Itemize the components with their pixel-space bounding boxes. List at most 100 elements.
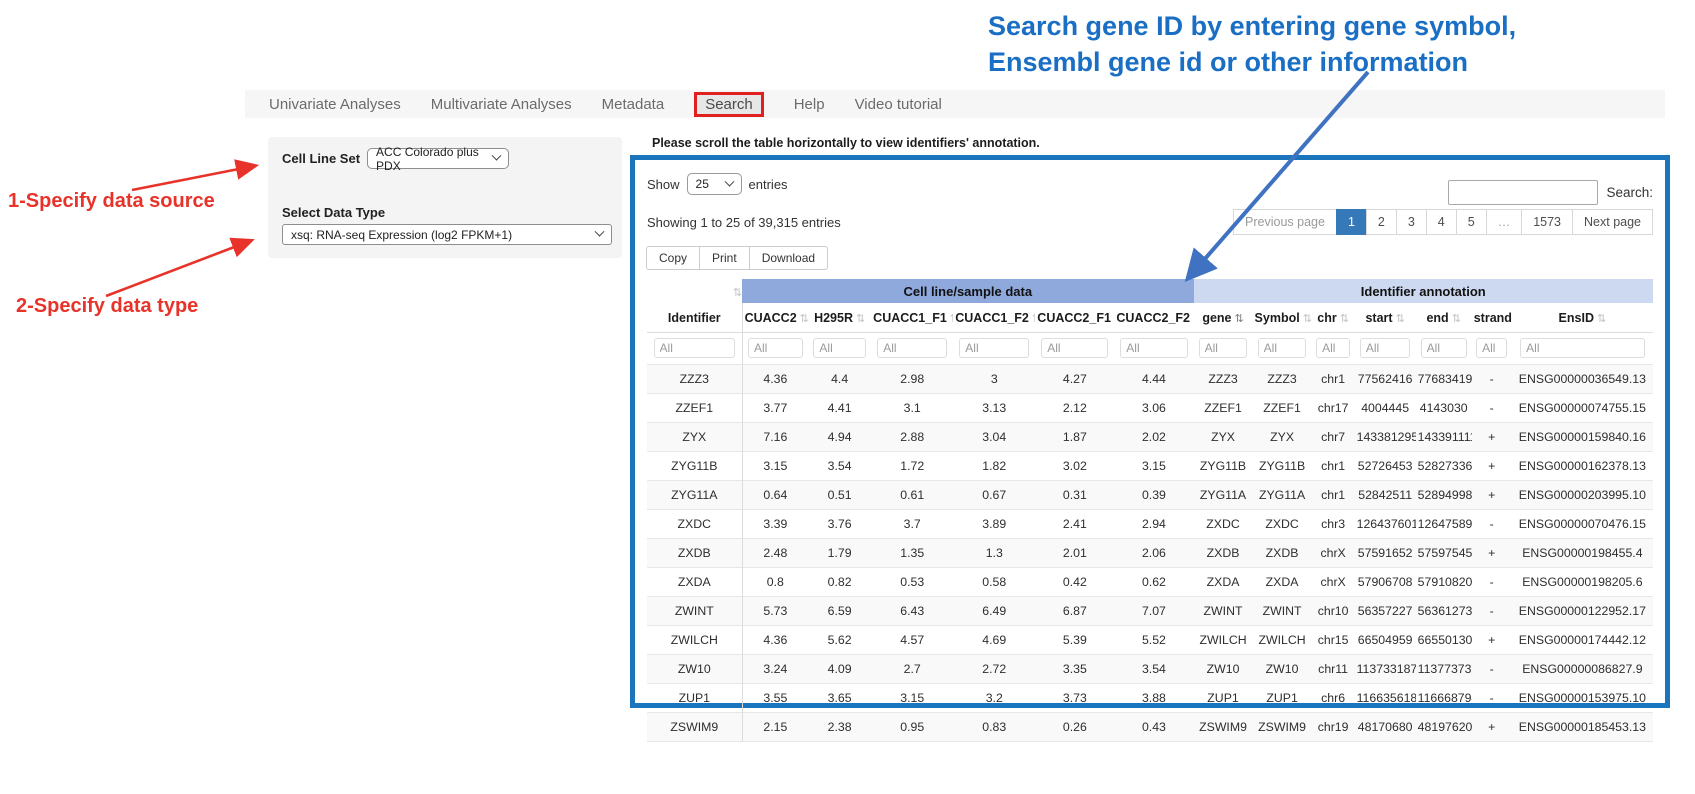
cell-cuacc1-f1: 2.88 <box>871 423 953 452</box>
filter-cell-symbol <box>1253 333 1312 365</box>
nav-item-metadata[interactable]: Metadata <box>602 96 665 113</box>
column-header-symbol[interactable]: Symbol⇅ <box>1253 303 1312 333</box>
column-header-cuacc2-f2[interactable]: CUACC2_F2⇅ <box>1114 303 1193 333</box>
filter-input-h295r[interactable] <box>813 338 865 358</box>
sort-icon: ⇅ <box>856 313 865 325</box>
column-header-h295r[interactable]: H295R⇅ <box>808 303 871 333</box>
filter-input-cuacc2-f2[interactable] <box>1120 338 1187 358</box>
group-header-cell-line-sample-data: Cell line/sample data <box>742 279 1193 303</box>
cell-cuacc1-f2: 3.04 <box>953 423 1035 452</box>
page-button-1[interactable]: 1 <box>1336 209 1367 235</box>
filter-input-cuacc2-f1[interactable] <box>1041 338 1108 358</box>
column-header-identifier[interactable]: Identifier <box>647 303 742 333</box>
cell-gene: ZWILCH <box>1194 626 1253 655</box>
cell-strand: + <box>1472 481 1512 510</box>
page-button-2[interactable]: 2 <box>1366 209 1397 235</box>
column-header-chr[interactable]: chr⇅ <box>1312 303 1355 333</box>
column-header-strand[interactable]: strand⇅ <box>1472 303 1512 333</box>
cell-cuacc2-f1: 2.41 <box>1035 510 1114 539</box>
copy-button[interactable]: Copy <box>646 246 700 270</box>
cell-end: 126475891 <box>1416 510 1472 539</box>
cell-cuacc1-f2: 0.67 <box>953 481 1035 510</box>
filter-input-ensid[interactable] <box>1520 338 1644 358</box>
cell-cuacc2-f2: 7.07 <box>1114 597 1193 626</box>
cell-cuacc2-f1: 2.12 <box>1035 394 1114 423</box>
page-button-4[interactable]: 4 <box>1426 209 1457 235</box>
column-header-end[interactable]: end⇅ <box>1416 303 1472 333</box>
cell-cuacc1-f1: 4.57 <box>871 626 953 655</box>
showing-entries-text: Showing 1 to 25 of 39,315 entries <box>647 215 841 230</box>
cell-symbol: ZXDB <box>1253 539 1312 568</box>
cell-line-set-select[interactable]: ACC Colorado plus PDX <box>367 148 509 169</box>
filter-input-symbol[interactable] <box>1258 338 1307 358</box>
cell-strand: - <box>1472 394 1512 423</box>
nav-item-search[interactable]: Search <box>694 92 764 117</box>
cell-start: 113733187 <box>1355 655 1416 684</box>
next-page-button[interactable]: Next page <box>1572 209 1653 235</box>
column-header-cuacc2-f1[interactable]: CUACC2_F1⇅ <box>1035 303 1114 333</box>
filter-input-cuacc2[interactable] <box>748 338 803 358</box>
cell-end: 57910820 <box>1416 568 1472 597</box>
column-header-start[interactable]: start⇅ <box>1355 303 1416 333</box>
page-button-1573[interactable]: 1573 <box>1521 209 1573 235</box>
nav-item-univariate-analyses[interactable]: Univariate Analyses <box>269 96 401 113</box>
cell-start: 52726453 <box>1355 452 1416 481</box>
cell-cuacc2-f2: 2.94 <box>1114 510 1193 539</box>
cell-gene: ZXDB <box>1194 539 1253 568</box>
column-header-cuacc1-f2[interactable]: CUACC1_F2⇅ <box>953 303 1035 333</box>
filter-input-gene[interactable] <box>1199 338 1248 358</box>
column-header-cuacc2[interactable]: CUACC2⇅ <box>742 303 808 333</box>
cell-cuacc2-f1: 1.87 <box>1035 423 1114 452</box>
nav-item-help[interactable]: Help <box>794 96 825 113</box>
red-arrow-step1 <box>132 166 254 190</box>
cell-h295r: 3.76 <box>808 510 871 539</box>
cell-cuacc2: 7.16 <box>742 423 808 452</box>
cell-strand: + <box>1472 539 1512 568</box>
nav-item-video-tutorial[interactable]: Video tutorial <box>855 96 942 113</box>
cell-end: 143391111 <box>1416 423 1472 452</box>
filter-input-start[interactable] <box>1360 338 1411 358</box>
cell-cuacc1-f1: 6.43 <box>871 597 953 626</box>
group-header-sorter[interactable]: ⇅ <box>647 279 742 303</box>
filter-input-chr[interactable] <box>1316 338 1350 358</box>
filter-input-strand[interactable] <box>1476 338 1507 358</box>
cell-identifier: ZXDB <box>647 539 742 568</box>
cell-cuacc2-f1: 4.27 <box>1035 365 1114 394</box>
cell-ensid: ENSG00000203995.10 <box>1512 481 1653 510</box>
cell-identifier: ZZZ3 <box>647 365 742 394</box>
cell-strand: - <box>1472 365 1512 394</box>
cell-ensid: ENSG00000036549.13 <box>1512 365 1653 394</box>
search-results-panel: Show 25 entries Search: Showing 1 to 25 … <box>630 155 1670 708</box>
download-button[interactable]: Download <box>749 246 828 270</box>
page-button-3[interactable]: 3 <box>1396 209 1427 235</box>
cell-cuacc2: 3.55 <box>742 684 808 713</box>
column-header-cuacc1-f1[interactable]: CUACC1_F1⇅ <box>871 303 953 333</box>
cell-cuacc1-f1: 2.7 <box>871 655 953 684</box>
cell-start: 116635618 <box>1355 684 1416 713</box>
previous-page-button[interactable]: Previous page <box>1233 209 1337 235</box>
data-type-select[interactable]: xsq: RNA-seq Expression (log2 FPKM+1) <box>282 224 612 245</box>
cell-h295r: 3.54 <box>808 452 871 481</box>
cell-start: 48170680 <box>1355 713 1416 742</box>
column-header-gene[interactable]: gene⇅ <box>1194 303 1253 333</box>
cell-identifier: ZW10 <box>647 655 742 684</box>
nav-item-multivariate-analyses[interactable]: Multivariate Analyses <box>431 96 572 113</box>
cell-ensid: ENSG00000086827.9 <box>1512 655 1653 684</box>
cell-symbol: ZWILCH <box>1253 626 1312 655</box>
column-header-ensid[interactable]: EnsID⇅ <box>1512 303 1653 333</box>
cell-strand: + <box>1472 626 1512 655</box>
filter-input-cuacc1-f2[interactable] <box>959 338 1029 358</box>
cell-start: 66504959 <box>1355 626 1416 655</box>
cell-cuacc1-f2: 3.13 <box>953 394 1035 423</box>
page-length-select[interactable]: 25 <box>687 173 742 195</box>
filter-input-end[interactable] <box>1421 338 1467 358</box>
cell-h295r: 6.59 <box>808 597 871 626</box>
cell-gene: ZWINT <box>1194 597 1253 626</box>
cell-chr: chr17 <box>1312 394 1355 423</box>
filter-cell-cuacc1-f1 <box>871 333 953 365</box>
filter-input-identifier[interactable] <box>654 338 735 358</box>
filter-input-cuacc1-f1[interactable] <box>877 338 947 358</box>
table-search-input[interactable] <box>1448 180 1598 205</box>
print-button[interactable]: Print <box>699 246 750 270</box>
page-button-5[interactable]: 5 <box>1456 209 1487 235</box>
